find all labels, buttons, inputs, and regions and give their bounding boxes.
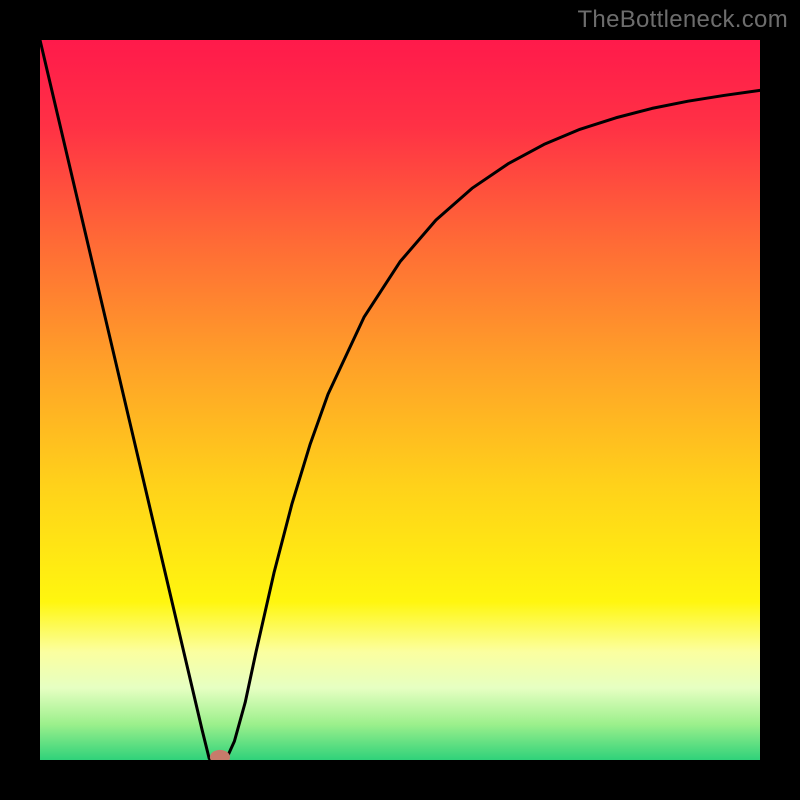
watermark-text: TheBottleneck.com [577,6,788,34]
chart-svg [40,40,760,760]
chart-frame: TheBottleneck.com [0,0,800,800]
gradient-background [40,40,760,760]
plot-area [40,40,760,760]
